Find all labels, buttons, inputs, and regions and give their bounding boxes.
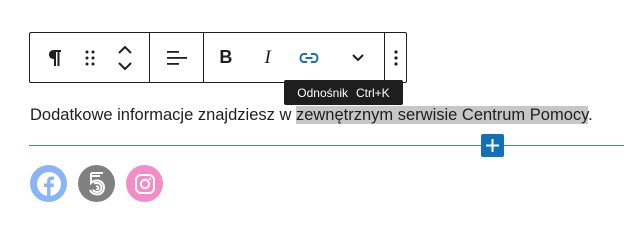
chevron-down-icon [351, 53, 364, 61]
more-formats-button[interactable] [331, 33, 384, 82]
tooltip-shortcut: Ctrl+K [356, 85, 390, 100]
align-group [150, 33, 204, 82]
options-button[interactable] [385, 33, 406, 82]
block-controls-group [30, 33, 150, 82]
drag-handle-icon [85, 50, 95, 65]
plus-icon [486, 139, 499, 152]
block-inserter-button[interactable] [481, 134, 504, 157]
link-tooltip: Odnośnik Ctrl+K [284, 80, 403, 105]
facebook-icon [36, 171, 61, 196]
social-icons-block [30, 165, 163, 202]
chevron-up-icon[interactable] [118, 45, 132, 54]
align-left-icon [166, 50, 187, 65]
paragraph-block-button[interactable] [30, 33, 80, 82]
options-group [385, 33, 406, 82]
fivehundredpx-link[interactable] [78, 165, 115, 202]
align-button[interactable] [150, 33, 203, 82]
paragraph-text: Dodatkowe informacje znajdziesz w [30, 106, 296, 124]
block-insertion-line [29, 145, 624, 146]
selected-text[interactable]: zewnętrznym serwisie Centrum Pomocy [295, 106, 589, 124]
pilcrow-icon [48, 49, 61, 66]
bold-button[interactable]: B [204, 33, 248, 82]
fivehundredpx-icon [88, 171, 105, 196]
tooltip-label: Odnośnik [297, 85, 348, 100]
paragraph-text-end: . [588, 106, 593, 124]
move-block-button[interactable] [101, 33, 149, 82]
vertical-ellipsis-icon [393, 49, 398, 66]
format-group: B I [204, 33, 385, 82]
chevron-down-icon[interactable] [118, 61, 132, 71]
facebook-link[interactable] [30, 165, 67, 202]
italic-button[interactable]: I [248, 33, 288, 82]
block-toolbar: B I [29, 32, 407, 83]
instagram-icon [134, 173, 155, 194]
link-icon [299, 52, 319, 63]
link-button[interactable] [288, 33, 332, 82]
instagram-link[interactable] [126, 165, 163, 202]
paragraph-block[interactable]: Dodatkowe informacje znajdziesz w zewnęt… [30, 104, 593, 126]
drag-handle-button[interactable] [80, 33, 102, 82]
